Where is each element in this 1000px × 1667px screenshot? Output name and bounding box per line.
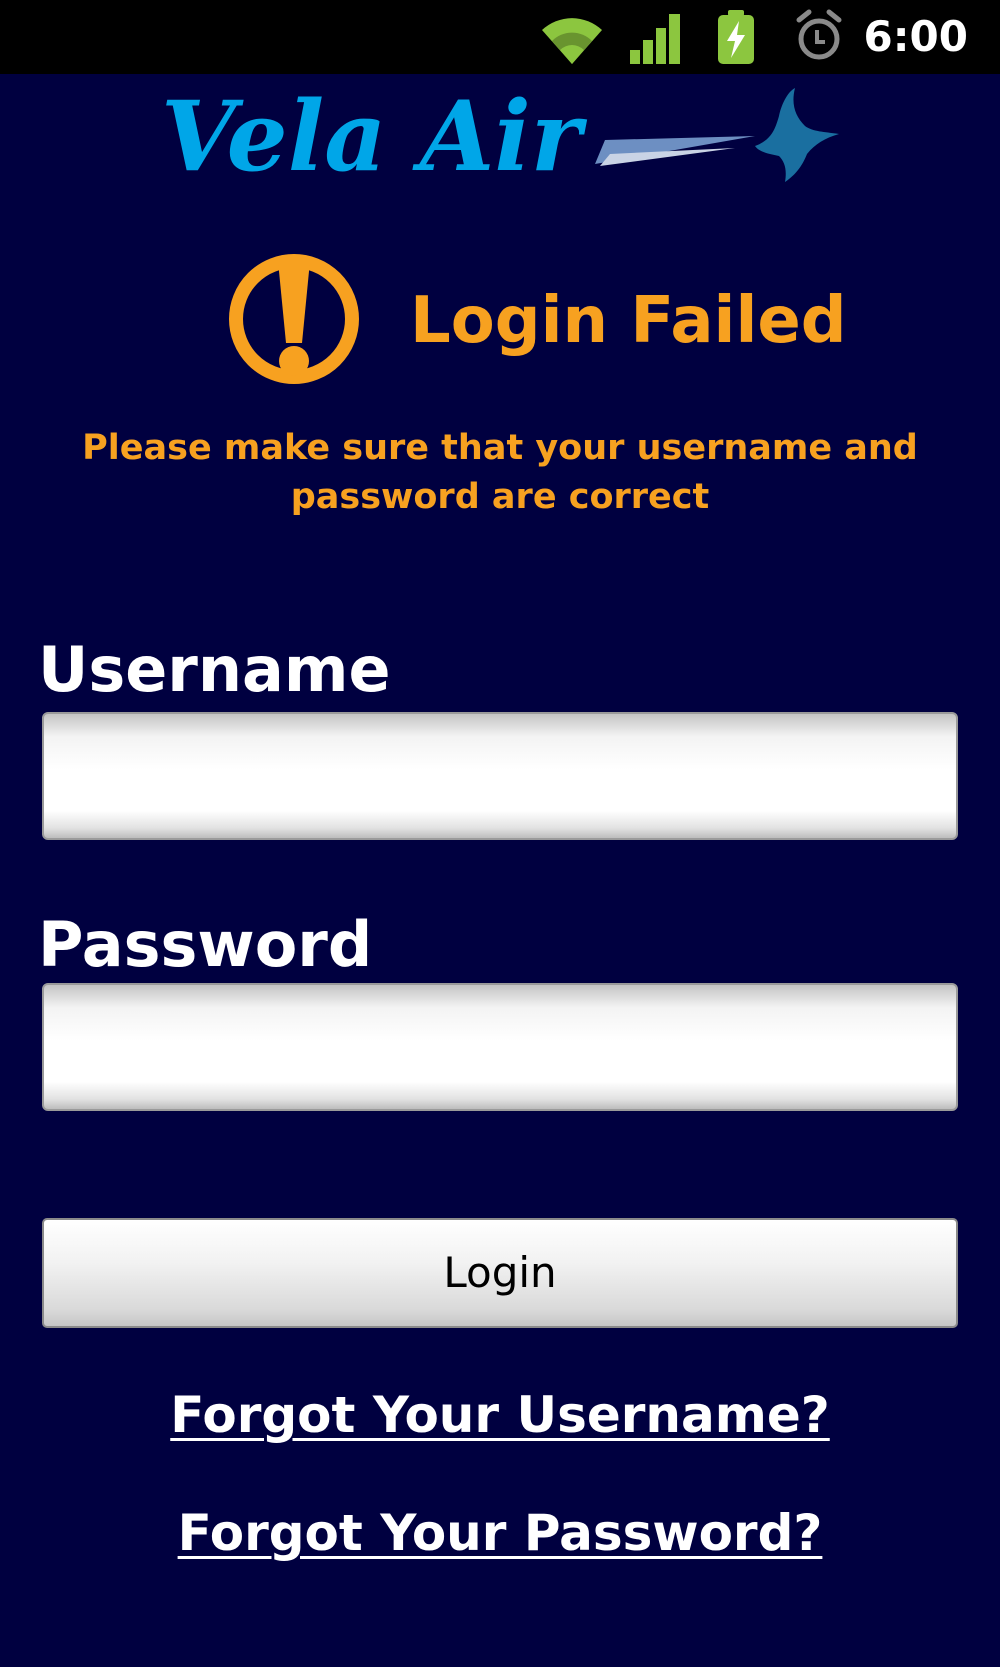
username-input[interactable]	[42, 712, 958, 840]
warning-icon	[226, 251, 362, 387]
status-time: 6:00	[863, 12, 968, 61]
alert-title: Login Failed	[410, 284, 847, 358]
battery-charging-icon	[716, 8, 756, 70]
alarm-icon	[795, 8, 843, 70]
status-bar: 6:00	[0, 0, 1000, 74]
wifi-icon	[540, 8, 604, 70]
forgot-password-link[interactable]: Forgot Your Password?	[0, 1498, 1000, 1568]
vela-air-logo: Vela Air	[155, 80, 845, 193]
username-label: Username	[38, 633, 391, 706]
alert-message: Please make sure that your username and …	[82, 428, 918, 517]
logo-text: Vela Air	[161, 82, 588, 192]
forgot-username-link[interactable]: Forgot Your Username?	[0, 1380, 1000, 1450]
signal-icon	[628, 8, 684, 70]
password-label: Password	[38, 908, 373, 981]
login-button[interactable]: Login	[42, 1218, 958, 1328]
password-input[interactable]	[42, 983, 958, 1111]
